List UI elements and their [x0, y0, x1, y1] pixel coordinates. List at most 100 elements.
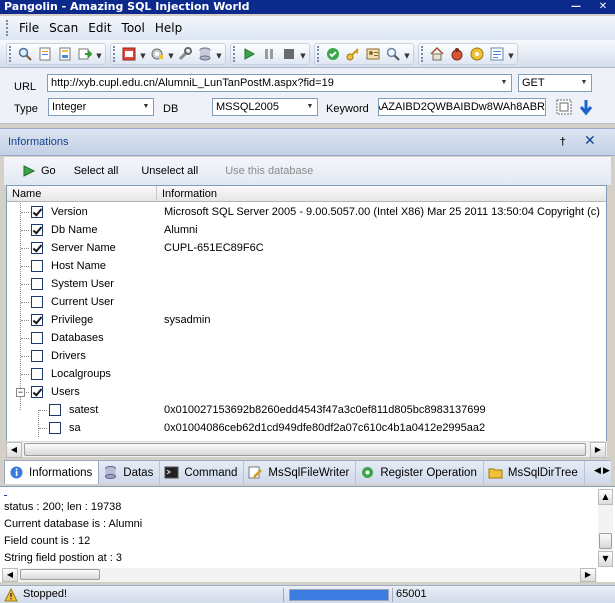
- tab-scroll-right-icon[interactable]: ▶: [603, 466, 610, 476]
- chevron-down-icon[interactable]: ▼: [497, 75, 511, 91]
- tab-command[interactable]: Command: [160, 461, 245, 484]
- unselect-all-button[interactable]: Unselect all: [127, 160, 207, 182]
- table-row[interactable]: Version Microsoft SQL Server 2005 - 9.00.…: [7, 203, 606, 221]
- keyword-input[interactable]: gAAZAIBD2QWBAIBDw8WAh8ABR: [378, 98, 546, 116]
- find-icon[interactable]: [384, 45, 402, 63]
- pause-icon[interactable]: [260, 45, 278, 63]
- chevron-down-icon[interactable]: ▼: [139, 99, 153, 115]
- url-input[interactable]: http://xyb.cupl.edu.cn/AlumniL_LunTanPos…: [47, 74, 512, 92]
- row-checkbox[interactable]: [31, 368, 43, 380]
- menu-edit[interactable]: Edit: [83, 21, 116, 35]
- table-row[interactable]: satest 0x010027153692b8260edd4543f47a3c0e…: [7, 401, 606, 419]
- search-icon[interactable]: [16, 45, 34, 63]
- menu-tool[interactable]: Tool: [117, 21, 150, 35]
- row-checkbox[interactable]: [31, 314, 43, 326]
- column-header-name[interactable]: Name: [7, 186, 157, 202]
- table-row[interactable]: Current User: [7, 293, 606, 311]
- tab-mssqldirtree[interactable]: MsSqlDirTree: [484, 461, 585, 484]
- help-icon[interactable]: [324, 45, 342, 63]
- settings-icon[interactable]: [148, 45, 166, 63]
- chevron-down-icon[interactable]: ▼: [167, 45, 175, 63]
- collapse-icon[interactable]: −: [16, 388, 25, 397]
- scroll-down-icon[interactable]: ▼: [598, 551, 613, 567]
- stop-icon[interactable]: [280, 45, 298, 63]
- table-row[interactable]: System User: [7, 275, 606, 293]
- toolbar-grip[interactable]: [233, 45, 236, 62]
- scroll-left-icon[interactable]: ◀: [2, 568, 18, 582]
- tab-datas[interactable]: Datas: [99, 461, 161, 484]
- row-checkbox[interactable]: [31, 332, 43, 344]
- info-icon[interactable]: [488, 45, 506, 63]
- minimize-button[interactable]: —: [569, 0, 583, 14]
- chevron-down-icon[interactable]: ▼: [403, 45, 411, 63]
- chevron-down-icon[interactable]: ▼: [139, 45, 147, 63]
- type-select[interactable]: Integer ▼: [48, 98, 154, 116]
- menu-file[interactable]: File: [14, 21, 44, 35]
- table-row[interactable]: Db Name Alumni: [7, 221, 606, 239]
- toolbar-grip[interactable]: [421, 45, 424, 62]
- row-checkbox[interactable]: [31, 350, 43, 362]
- scroll-right-icon[interactable]: ▶: [590, 442, 606, 458]
- key-icon[interactable]: [344, 45, 362, 63]
- close-window-button[interactable]: ✕: [596, 0, 610, 14]
- table-row[interactable]: − Users: [7, 383, 606, 401]
- chevron-down-icon[interactable]: ▼: [303, 99, 317, 115]
- method-select[interactable]: GET ▼: [518, 74, 592, 92]
- menu-grip[interactable]: [6, 20, 10, 36]
- row-checkbox[interactable]: [31, 206, 43, 218]
- pin-icon[interactable]: †: [560, 135, 566, 148]
- row-checkbox[interactable]: [31, 224, 43, 236]
- scroll-thumb[interactable]: [24, 443, 586, 456]
- table-row[interactable]: Databases: [7, 329, 606, 347]
- scroll-right-icon[interactable]: ▶: [580, 568, 596, 582]
- use-database-button[interactable]: Use this database: [207, 160, 322, 182]
- table-row[interactable]: Drivers: [7, 347, 606, 365]
- database-icon[interactable]: [196, 45, 214, 63]
- menu-scan[interactable]: Scan: [44, 21, 83, 35]
- table-row[interactable]: Privilege sysadmin: [7, 311, 606, 329]
- arrow-down-icon[interactable]: [578, 98, 594, 116]
- chevron-down-icon[interactable]: ▼: [95, 45, 103, 63]
- chevron-down-icon[interactable]: ▼: [215, 45, 223, 63]
- scan-icon[interactable]: [120, 45, 138, 63]
- table-row[interactable]: Localgroups: [7, 365, 606, 383]
- table-row[interactable]: Host Name: [7, 257, 606, 275]
- go-button[interactable]: Go: [4, 160, 65, 182]
- start-icon[interactable]: [240, 45, 258, 63]
- close-icon[interactable]: ✕: [584, 133, 596, 149]
- save-icon[interactable]: [56, 45, 74, 63]
- row-checkbox[interactable]: [49, 404, 61, 416]
- open-icon[interactable]: [36, 45, 54, 63]
- table-row[interactable]: Server Name CUPL-651EC89F6C: [7, 239, 606, 257]
- row-checkbox[interactable]: [31, 260, 43, 272]
- grid-horizontal-scrollbar[interactable]: ◀ ▶: [6, 441, 607, 458]
- keyword-picker-icon[interactable]: [556, 99, 572, 115]
- row-checkbox[interactable]: [49, 422, 61, 434]
- tools-icon[interactable]: [176, 45, 194, 63]
- scroll-thumb[interactable]: [599, 533, 612, 549]
- db-select[interactable]: MSSQL2005 ▼: [212, 98, 318, 116]
- toolbar-grip[interactable]: [113, 45, 116, 62]
- tab-informations[interactable]: Informations: [4, 461, 100, 484]
- table-row[interactable]: sa 0x01004086ceb62d1cd949dfe80df2a07c610c…: [7, 419, 606, 437]
- row-checkbox[interactable]: [31, 296, 43, 308]
- export-icon[interactable]: [76, 45, 94, 63]
- tab-register-operation[interactable]: Register Operation: [356, 461, 484, 484]
- chevron-down-icon[interactable]: ▼: [299, 45, 307, 63]
- chevron-down-icon[interactable]: ▼: [577, 75, 591, 91]
- home-icon[interactable]: [428, 45, 446, 63]
- select-all-button[interactable]: Select all: [65, 160, 128, 182]
- bug-icon[interactable]: [448, 45, 466, 63]
- users-icon[interactable]: [364, 45, 382, 63]
- chevron-down-icon[interactable]: ▼: [507, 45, 515, 63]
- row-checkbox[interactable]: [31, 278, 43, 290]
- tab-scroll-left-icon[interactable]: ◀: [594, 466, 601, 476]
- toolbar-grip[interactable]: [317, 45, 320, 62]
- row-checkbox[interactable]: [31, 386, 43, 398]
- row-checkbox[interactable]: [31, 242, 43, 254]
- tab-mssqlfilewriter[interactable]: MsSqlFileWriter: [244, 461, 357, 484]
- plugin-icon[interactable]: [468, 45, 486, 63]
- column-header-information[interactable]: Information: [157, 186, 606, 202]
- scroll-left-icon[interactable]: ◀: [6, 442, 22, 458]
- toolbar-grip[interactable]: [9, 45, 12, 62]
